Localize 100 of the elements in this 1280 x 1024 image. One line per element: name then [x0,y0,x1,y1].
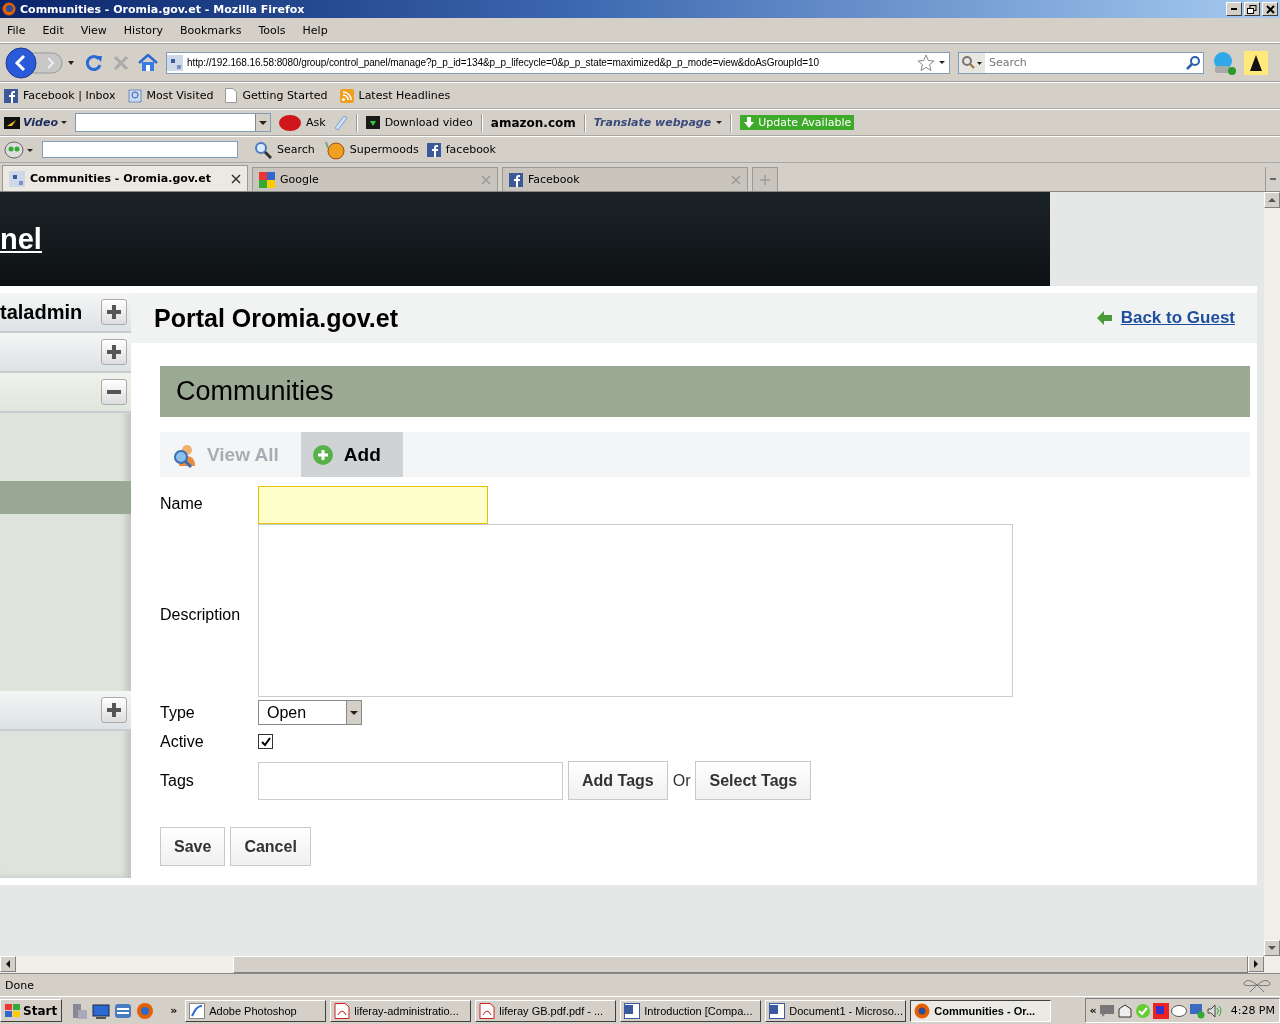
taskbar-item[interactable]: Document1 - Microso... [765,999,907,1022]
ask-icon[interactable] [279,114,301,131]
start-button[interactable]: Start [0,999,63,1022]
type-dropdown[interactable]: Open [258,700,362,725]
active-checkbox[interactable] [258,734,273,749]
header-link[interactable]: nel [0,222,42,256]
description-field[interactable] [258,524,1013,697]
video-search-field[interactable] [75,113,271,132]
vertical-scrollbar[interactable] [1264,192,1280,956]
select-tags-button[interactable]: Select Tags [695,761,812,800]
scroll-left-icon[interactable] [6,960,10,968]
tray-expand-button[interactable]: « [1089,1004,1097,1017]
name-field[interactable] [258,486,488,524]
tags-field[interactable] [258,761,563,800]
search-icon[interactable] [1186,55,1200,70]
facebook-button[interactable]: facebook [445,143,496,156]
minimize-button[interactable] [1226,2,1242,16]
page-icon[interactable] [225,88,238,103]
portal-title: Portal Oromia.gov.et [154,303,399,333]
desktop-icon[interactable] [92,1001,111,1020]
tags-label: Tags [160,771,195,790]
menu-item[interactable]: History [123,23,163,37]
browser-tab[interactable]: Facebook [502,167,748,191]
menu-item[interactable]: Tools [258,23,286,37]
app-tray-icon[interactable] [1152,1002,1169,1019]
save-button[interactable]: Save [160,827,226,866]
scroll-up-icon[interactable] [1268,198,1276,202]
menu-item[interactable]: Edit [42,23,64,37]
ask-button[interactable]: Ask [306,116,326,129]
dropdown-icon[interactable] [939,61,945,64]
smiley-icon[interactable] [4,139,34,160]
amazon-button[interactable]: amazon.com [490,115,576,130]
more-button[interactable]: » [170,1004,178,1017]
menu-item[interactable]: Help [302,23,328,37]
scroll-down-icon[interactable] [1268,946,1276,950]
bookmark-item[interactable]: Getting Started [242,89,328,102]
search-button[interactable]: Search [277,143,315,156]
dropdown-icon[interactable] [716,121,723,124]
bookmark-item[interactable]: Latest Headlines [358,89,451,102]
scroll-right-icon[interactable] [1254,960,1258,968]
search-engine-icon[interactable] [959,52,985,73]
taskbar-item[interactable]: liferay GB.pdf.pdf - ... [475,999,617,1022]
add-tags-button[interactable]: Add Tags [568,761,668,800]
speech-bubble-icon[interactable] [1170,1003,1187,1018]
reload-icon[interactable] [84,52,104,73]
menu-item[interactable]: File [7,23,26,37]
toggle-button[interactable] [101,379,127,405]
taskbar-item[interactable]: Introduction [Compa... [620,999,762,1022]
windows-flag-icon [5,1004,20,1017]
quick-launch-icon[interactable] [114,1001,133,1020]
magnifier-icon[interactable] [127,88,142,103]
close-button[interactable] [1262,2,1278,16]
pdf-icon [479,1002,496,1019]
volume-icon[interactable] [1206,1002,1223,1019]
taskbar-item[interactable]: Adobe Photoshop [185,999,327,1022]
back-arrow-icon [1096,311,1113,325]
close-icon[interactable] [231,173,241,184]
search-box[interactable]: Search [958,51,1204,74]
taskbar-item[interactable]: liferay-administratio... [330,999,472,1022]
home-icon[interactable] [138,53,158,72]
horizontal-scrollbar[interactable] [0,956,1280,973]
taskbar-item[interactable]: Communities - Or... [910,999,1052,1022]
translate-button[interactable]: Translate webpage [593,116,712,129]
toggle-button[interactable] [101,339,127,365]
download-icon[interactable] [365,116,380,129]
highlighter-icon[interactable] [1244,50,1268,75]
portlet-tab[interactable]: Add [300,432,403,477]
close-icon [1265,4,1275,14]
bookmark-item[interactable]: Most Visited [146,89,214,102]
facebook-icon[interactable] [426,142,441,157]
bookmark-item[interactable]: Facebook | Inbox [23,89,116,102]
word-document-icon [624,1002,641,1019]
toolbar-search-field[interactable] [42,141,238,158]
star-icon[interactable] [917,53,935,72]
laughing-face-icon[interactable] [322,139,345,160]
chat-icon[interactable] [1098,1002,1115,1019]
dropdown-icon[interactable] [259,120,267,125]
back-link[interactable]: Back to Guest [1120,308,1235,328]
browser-tab[interactable]: Google [252,167,498,191]
network-icon[interactable] [1116,1002,1133,1019]
back-forward-icon[interactable] [4,45,76,80]
dropdown-icon[interactable] [61,121,67,124]
supermoods-button[interactable]: Supermoods [349,143,419,156]
ribbon-icon [1242,977,1272,993]
cancel-button[interactable]: Cancel [230,827,311,866]
firefox-icon[interactable] [136,1001,155,1020]
download-video-button[interactable]: Download video [384,116,473,129]
restore-button[interactable] [1244,2,1260,16]
monitor-icon[interactable] [1188,1002,1205,1019]
add-icon [311,443,334,466]
video-icon[interactable] [4,116,20,129]
browser-tab[interactable]: Communities - Oromia.gov.et [2,165,248,191]
toggle-button[interactable] [101,697,127,723]
menu-item[interactable]: View [80,23,107,37]
search-icon[interactable] [254,140,272,159]
address-bar[interactable]: http://192.168.16.58:8080/group/control_panel/manage?p_p_id=134&p_p_lifecycle=0&p_p_state=maximized&p_p_mode=view&doAsGroupId=10 [166,51,950,74]
menu-item[interactable]: Bookmarks [180,23,242,37]
video-toolbar-button[interactable]: Video [23,116,58,129]
facebook-icon[interactable] [4,88,18,103]
toggle-button[interactable] [101,299,127,325]
